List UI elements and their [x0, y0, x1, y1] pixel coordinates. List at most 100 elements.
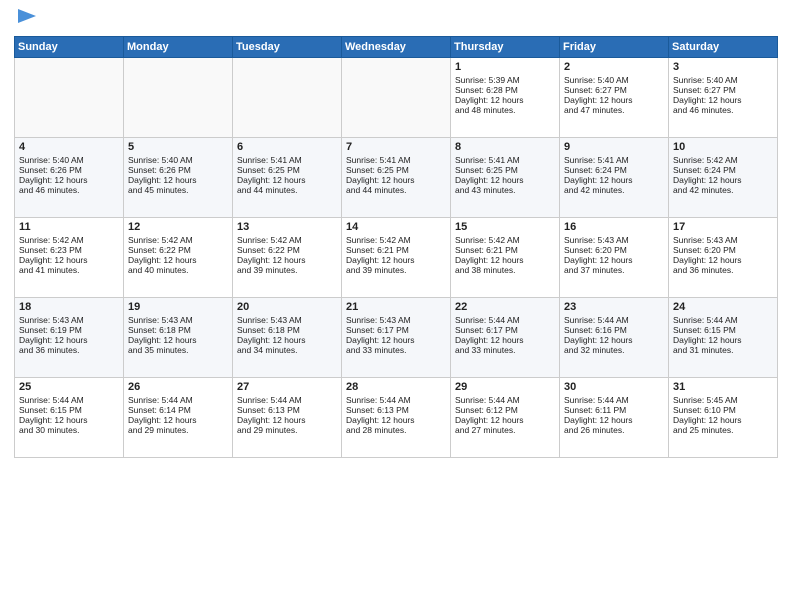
day-detail: Daylight: 12 hours [564, 415, 664, 425]
calendar-cell: 4Sunrise: 5:40 AMSunset: 6:26 PMDaylight… [15, 137, 124, 217]
day-detail: Daylight: 12 hours [237, 335, 337, 345]
day-detail: Daylight: 12 hours [673, 175, 773, 185]
day-detail: Daylight: 12 hours [128, 255, 228, 265]
day-detail: Sunset: 6:23 PM [19, 245, 119, 255]
day-detail: Sunset: 6:11 PM [564, 405, 664, 415]
header-cell-friday: Friday [560, 36, 669, 57]
day-detail: and 29 minutes. [237, 425, 337, 435]
day-detail: Sunset: 6:10 PM [673, 405, 773, 415]
day-detail: Daylight: 12 hours [237, 255, 337, 265]
logo-arrow-icon [16, 5, 38, 27]
day-detail: Sunrise: 5:42 AM [128, 235, 228, 245]
day-detail: Sunrise: 5:44 AM [346, 395, 446, 405]
day-detail: Sunrise: 5:41 AM [346, 155, 446, 165]
day-detail: and 46 minutes. [19, 185, 119, 195]
header [14, 10, 778, 30]
day-detail: Sunset: 6:25 PM [346, 165, 446, 175]
calendar-week-2: 4Sunrise: 5:40 AMSunset: 6:26 PMDaylight… [15, 137, 778, 217]
day-detail: Sunrise: 5:43 AM [237, 315, 337, 325]
day-detail: Sunset: 6:19 PM [19, 325, 119, 335]
day-detail: and 33 minutes. [346, 345, 446, 355]
day-detail: Sunrise: 5:39 AM [455, 75, 555, 85]
calendar-cell [233, 57, 342, 137]
day-detail: and 28 minutes. [346, 425, 446, 435]
day-detail: Daylight: 12 hours [128, 415, 228, 425]
day-detail: and 30 minutes. [19, 425, 119, 435]
header-cell-saturday: Saturday [669, 36, 778, 57]
calendar-cell: 27Sunrise: 5:44 AMSunset: 6:13 PMDayligh… [233, 377, 342, 457]
calendar-cell: 23Sunrise: 5:44 AMSunset: 6:16 PMDayligh… [560, 297, 669, 377]
calendar-cell: 31Sunrise: 5:45 AMSunset: 6:10 PMDayligh… [669, 377, 778, 457]
day-detail: Daylight: 12 hours [455, 415, 555, 425]
day-detail: Sunrise: 5:42 AM [19, 235, 119, 245]
day-number: 1 [455, 61, 555, 73]
day-detail: Sunset: 6:20 PM [564, 245, 664, 255]
day-detail: Sunset: 6:24 PM [564, 165, 664, 175]
day-detail: Daylight: 12 hours [455, 255, 555, 265]
calendar-cell: 14Sunrise: 5:42 AMSunset: 6:21 PMDayligh… [342, 217, 451, 297]
day-detail: Daylight: 12 hours [237, 415, 337, 425]
day-number: 15 [455, 221, 555, 233]
calendar-cell: 29Sunrise: 5:44 AMSunset: 6:12 PMDayligh… [451, 377, 560, 457]
day-detail: and 31 minutes. [673, 345, 773, 355]
calendar-cell: 21Sunrise: 5:43 AMSunset: 6:17 PMDayligh… [342, 297, 451, 377]
day-detail: Sunset: 6:24 PM [673, 165, 773, 175]
day-detail: and 33 minutes. [455, 345, 555, 355]
day-detail: Sunset: 6:25 PM [455, 165, 555, 175]
calendar-table: SundayMondayTuesdayWednesdayThursdayFrid… [14, 36, 778, 458]
day-number: 11 [19, 221, 119, 233]
day-detail: and 36 minutes. [19, 345, 119, 355]
day-detail: Sunset: 6:21 PM [455, 245, 555, 255]
day-number: 23 [564, 301, 664, 313]
calendar-cell: 5Sunrise: 5:40 AMSunset: 6:26 PMDaylight… [124, 137, 233, 217]
day-detail: Sunrise: 5:42 AM [673, 155, 773, 165]
header-cell-wednesday: Wednesday [342, 36, 451, 57]
day-detail: and 42 minutes. [673, 185, 773, 195]
day-detail: and 39 minutes. [237, 265, 337, 275]
day-detail: Sunrise: 5:43 AM [19, 315, 119, 325]
calendar-cell [342, 57, 451, 137]
calendar-cell: 28Sunrise: 5:44 AMSunset: 6:13 PMDayligh… [342, 377, 451, 457]
day-number: 2 [564, 61, 664, 73]
day-detail: Sunrise: 5:44 AM [455, 315, 555, 325]
day-detail: and 44 minutes. [237, 185, 337, 195]
day-detail: Sunset: 6:26 PM [19, 165, 119, 175]
calendar-cell: 3Sunrise: 5:40 AMSunset: 6:27 PMDaylight… [669, 57, 778, 137]
day-number: 20 [237, 301, 337, 313]
day-detail: Sunset: 6:21 PM [346, 245, 446, 255]
calendar-cell [124, 57, 233, 137]
day-detail: Daylight: 12 hours [346, 255, 446, 265]
calendar-cell: 30Sunrise: 5:44 AMSunset: 6:11 PMDayligh… [560, 377, 669, 457]
day-number: 22 [455, 301, 555, 313]
day-number: 30 [564, 381, 664, 393]
calendar-cell: 22Sunrise: 5:44 AMSunset: 6:17 PMDayligh… [451, 297, 560, 377]
day-detail: and 41 minutes. [19, 265, 119, 275]
day-number: 16 [564, 221, 664, 233]
day-detail: and 34 minutes. [237, 345, 337, 355]
day-detail: Sunset: 6:15 PM [673, 325, 773, 335]
day-detail: Sunset: 6:13 PM [346, 405, 446, 415]
day-number: 8 [455, 141, 555, 153]
day-detail: Sunrise: 5:44 AM [19, 395, 119, 405]
day-detail: Daylight: 12 hours [19, 415, 119, 425]
day-number: 29 [455, 381, 555, 393]
day-number: 10 [673, 141, 773, 153]
day-detail: and 38 minutes. [455, 265, 555, 275]
calendar-cell: 7Sunrise: 5:41 AMSunset: 6:25 PMDaylight… [342, 137, 451, 217]
day-number: 5 [128, 141, 228, 153]
day-detail: Sunset: 6:25 PM [237, 165, 337, 175]
day-detail: Sunset: 6:27 PM [673, 85, 773, 95]
day-detail: Daylight: 12 hours [237, 175, 337, 185]
day-detail: Daylight: 12 hours [346, 415, 446, 425]
calendar-cell: 12Sunrise: 5:42 AMSunset: 6:22 PMDayligh… [124, 217, 233, 297]
day-detail: and 46 minutes. [673, 105, 773, 115]
day-detail: Sunset: 6:16 PM [564, 325, 664, 335]
logo [14, 10, 38, 30]
day-detail: Daylight: 12 hours [19, 255, 119, 265]
day-detail: and 29 minutes. [128, 425, 228, 435]
day-detail: Sunset: 6:20 PM [673, 245, 773, 255]
day-number: 31 [673, 381, 773, 393]
day-detail: Sunrise: 5:44 AM [455, 395, 555, 405]
day-number: 26 [128, 381, 228, 393]
day-detail: and 42 minutes. [564, 185, 664, 195]
